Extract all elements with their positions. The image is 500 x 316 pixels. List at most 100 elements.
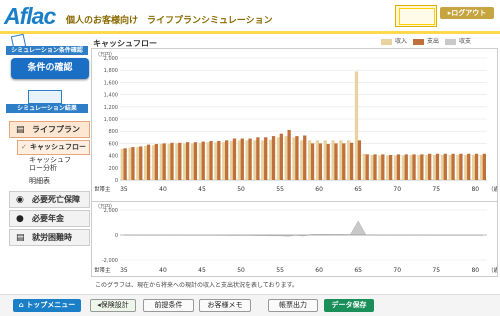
income-bar [378,155,382,180]
y-tick-label: 1,800 [104,68,118,74]
x-tick-label: 60 [315,267,323,274]
income-bar [175,143,179,180]
condition-section-heading: シミュレーション条件確認 [6,46,88,55]
insurance-design-button[interactable]: ◂保険設計 [90,299,136,312]
check-conditions-button[interactable]: 条件の確認 [11,58,89,79]
income-bar [471,154,476,180]
income-bar [323,140,327,180]
income-bar [315,140,320,180]
expense-bar [342,143,346,180]
expense-bar [474,153,479,180]
expense-bar [170,142,174,180]
cashflow-bar-chart: （万円）2,0001,8001,6001,4001,2001,000800600… [94,52,500,193]
expense-bar [396,154,401,180]
sidebar-item-pension[interactable]: ● 必要年金 [9,210,90,227]
expense-bar [162,143,166,180]
x-tick-label: 45 [198,186,206,193]
income-bar [222,142,226,180]
customer-memo-button[interactable]: お客様メモ [199,299,251,312]
legend-swatch [413,39,424,45]
expense-bar [357,140,362,180]
income-bar [331,140,335,180]
income-bar [198,142,202,180]
income-bar [417,154,421,180]
income-bar [432,154,437,180]
y-tick-label: 0 [115,233,118,239]
income-bar [253,140,257,180]
premise-button[interactable]: 前提条件 [143,299,194,312]
expense-bar [365,154,369,180]
expense-bar [334,143,338,180]
income-bar [386,155,390,180]
subitem-cashflow-analysis[interactable]: キャッシュフロー分析 [17,156,77,172]
data-save-button[interactable]: データ保存 [324,299,374,312]
expense-bar [459,153,463,180]
expense-bar [279,133,283,180]
subitem-label: キャッシュフロー分析 [29,156,71,172]
expense-bar [146,144,151,180]
expense-bar [381,154,385,180]
logout-button[interactable]: ▸ログアウト [440,7,494,19]
x-tick-label: 40 [159,186,167,193]
expense-bar [217,140,221,180]
y-tick-label: -2,000 [102,258,118,264]
x-tick-label: 80 [471,267,479,274]
legend-label: 支出 [427,38,440,45]
y-tick-label: 0 [115,178,118,184]
income-bar [144,145,148,180]
expense-bar [185,142,190,180]
x-tick-label: 55 [276,267,284,274]
expense-bar [451,153,455,180]
expense-bar [326,144,330,180]
cashflow-chart-panel: （万円） 2,000 1,800 1,600 1,400 1,200 1,000 800 600… [91,48,500,203]
book-icon: ▤ [16,125,25,135]
y-tick-label: 2,000 [104,56,118,62]
x-tick-label: 35 [120,267,128,274]
income-bar [151,145,156,180]
x-tick-label: 60 [315,186,323,193]
expense-bar [389,154,393,180]
expense-bar [435,153,440,180]
result-section-heading: シミュレーション結果 [6,104,88,113]
income-bar [347,140,351,180]
button-label: トップメニュー [26,301,76,309]
y-tick-label: 1,200 [104,105,118,111]
sidebar-item-work-disability[interactable]: ▤ 就労困難時 [9,229,90,246]
income-bar [339,140,343,180]
income-bar [229,140,234,180]
coins-icon: ◉ [16,195,24,205]
expense-bar [178,142,182,180]
top-menu-button[interactable]: ⌂ トップメニュー [13,299,81,312]
x-tick-label: 80 [471,186,479,193]
sidebar-item-label: 就労困難時 [32,233,72,242]
legend-expense: 支出 [413,39,439,45]
x-unit-label: （歳） [488,185,497,193]
book-icon: ▤ [16,233,25,243]
y-tick-label: 600 [108,141,118,147]
expense-bar [256,137,260,180]
sidebar-item-death-coverage[interactable]: ◉ 必要死亡保障 [9,191,90,208]
income-bar [425,154,429,180]
main-content: キャッシュフロー 収入 支出 収支 （万円） 2,000 1,800 1,600 1,4… [91,38,500,294]
subitem-label: キャッシュフロー [30,143,86,151]
subitem-detail-table[interactable]: 明細表 [17,177,90,185]
income-bar [206,142,210,180]
income-bar [456,154,460,180]
income-bar [284,136,288,180]
footer-toolbar: ⌂ トップメニュー ◂保険設計 前提条件 お客様メモ 帳票出力 データ保存 [0,294,500,316]
balance-area-chart: （万円）2,0000-2,000世帯主 35 40 45 50 55 60 65 70 75 80 （… [94,204,500,274]
expense-bar [373,154,377,180]
income-bar [190,143,195,180]
sidebar-item-lifeplan[interactable]: ▤ ライフプラン [9,121,90,138]
expense-bar [404,154,408,180]
expense-bar [240,138,244,180]
expense-bar [232,138,237,180]
expense-bar [318,143,323,180]
x-tick-label: 35 [120,186,128,193]
subitem-cashflow[interactable]: ✓ キャッシュフロー [17,140,90,155]
income-bar [362,153,366,180]
report-output-button[interactable]: 帳票出力 [268,299,318,312]
x-tick-label: 55 [276,186,284,193]
x-tick-label: 70 [393,267,401,274]
y-tick-label: 200 [108,166,118,172]
